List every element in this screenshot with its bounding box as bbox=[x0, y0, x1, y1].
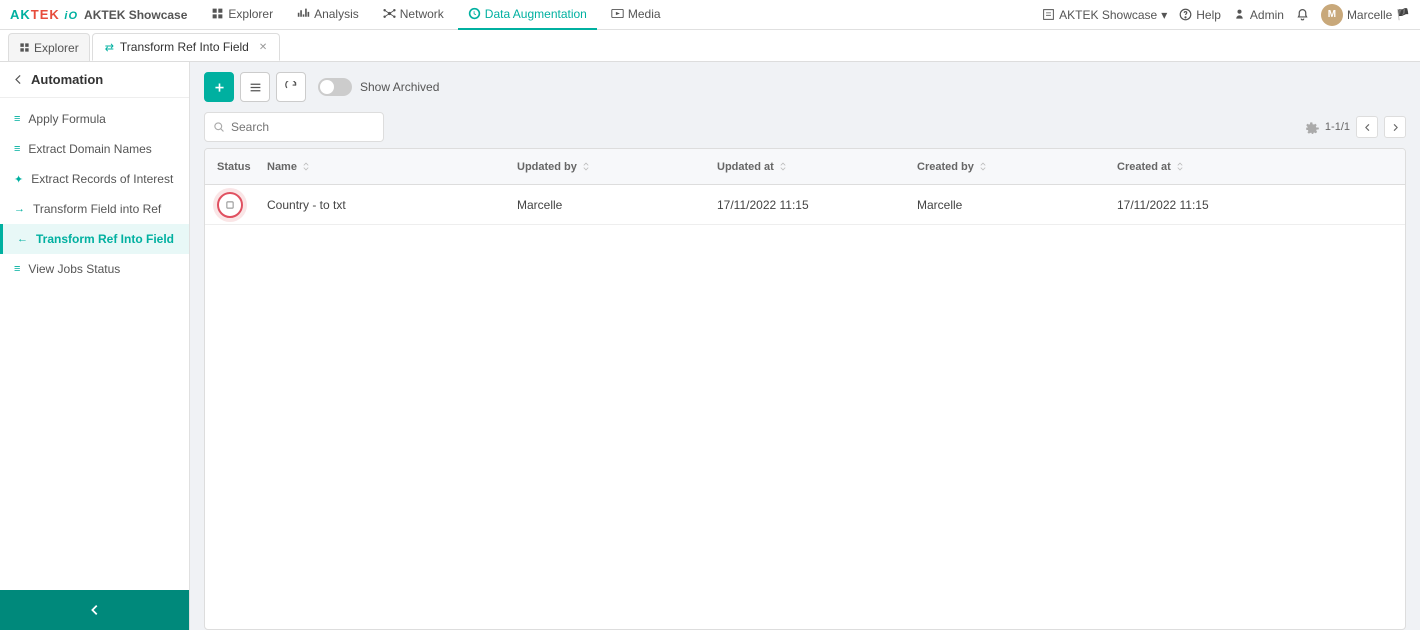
nav-label-data-augmentation: Data Augmentation bbox=[485, 7, 587, 21]
showcase-label: AKTEK Showcase bbox=[1059, 8, 1157, 22]
nav-label-network: Network bbox=[400, 7, 444, 21]
transform-tab-icon: ⇄ bbox=[105, 41, 114, 54]
status-indicator[interactable] bbox=[217, 192, 243, 218]
brand-name: AKTEK Showcase bbox=[84, 8, 187, 22]
sidebar-item-transform-field-ref[interactable]: → Transform Field into Ref bbox=[0, 194, 189, 224]
user-label: Marcelle bbox=[1347, 8, 1392, 22]
admin-label: Admin bbox=[1250, 8, 1284, 22]
add-button[interactable] bbox=[204, 72, 234, 102]
td-name: Country - to txt bbox=[255, 198, 505, 212]
content-area: Show Archived 1-1/1 bbox=[190, 62, 1420, 630]
sidebar-item-label-transform-field-ref: Transform Field into Ref bbox=[33, 202, 161, 216]
col-header-updated-by[interactable]: Updated by bbox=[505, 161, 705, 173]
main-layout: Automation ≡ Apply Formula ≡ Extract Dom… bbox=[0, 62, 1420, 630]
help-button[interactable]: Help bbox=[1179, 8, 1221, 22]
sidebar-item-transform-ref-field[interactable]: ← Transform Ref Into Field bbox=[0, 224, 189, 254]
td-created-by: Marcelle bbox=[905, 198, 1105, 212]
sidebar-back[interactable]: Automation bbox=[0, 62, 189, 98]
jobs-icon: ≡ bbox=[14, 263, 20, 275]
nav-label-media: Media bbox=[628, 7, 661, 21]
chevron-right-icon bbox=[1391, 123, 1400, 132]
td-updated-by: Marcelle bbox=[505, 198, 705, 212]
col-header-status[interactable]: Status bbox=[205, 161, 255, 173]
search-input[interactable] bbox=[231, 120, 375, 134]
sidebar-collapse[interactable] bbox=[0, 590, 189, 630]
col-header-created-by[interactable]: Created by bbox=[905, 161, 1105, 173]
show-archived-label: Show Archived bbox=[360, 80, 439, 94]
data-table: Status Name Updated by Updated at Create… bbox=[204, 148, 1406, 630]
showcase-dropdown[interactable]: AKTEK Showcase ▾ bbox=[1042, 8, 1167, 22]
topbar-right: AKTEK Showcase ▾ Help Admin M Marcelle 🏴 bbox=[1042, 4, 1410, 26]
sidebar-item-apply-formula[interactable]: ≡ Apply Formula bbox=[0, 104, 189, 134]
tab-transform-ref-label: Transform Ref Into Field bbox=[120, 40, 249, 54]
user-flag-icon: 🏴 bbox=[1396, 8, 1410, 21]
table-header: Status Name Updated by Updated at Create… bbox=[205, 149, 1405, 185]
refresh-icon bbox=[285, 81, 298, 94]
chevron-left-icon bbox=[1363, 123, 1372, 132]
tab-close-icon[interactable]: ✕ bbox=[259, 42, 267, 53]
pagination-controls: 1-1/1 bbox=[1306, 116, 1406, 138]
pagination-info: 1-1/1 bbox=[1325, 121, 1350, 133]
tab-explorer[interactable]: Explorer bbox=[8, 33, 90, 61]
sidebar-back-label: Automation bbox=[31, 72, 103, 87]
sidebar-item-extract-domain[interactable]: ≡ Extract Domain Names bbox=[0, 134, 189, 164]
show-archived-toggle[interactable]: Show Archived bbox=[318, 78, 439, 96]
notification-bell[interactable] bbox=[1296, 8, 1309, 21]
td-updated-at: 17/11/2022 11:15 bbox=[705, 198, 905, 212]
sidebar-item-view-jobs[interactable]: ≡ View Jobs Status bbox=[0, 254, 189, 284]
sidebar-item-label-extract-domain: Extract Domain Names bbox=[28, 142, 151, 156]
help-label: Help bbox=[1196, 8, 1221, 22]
list-icon bbox=[249, 81, 262, 94]
refresh-button[interactable] bbox=[276, 72, 306, 102]
pagination-next[interactable] bbox=[1384, 116, 1406, 138]
dropdown-arrow-icon: ▾ bbox=[1161, 8, 1167, 22]
list-view-button[interactable] bbox=[240, 72, 270, 102]
sidebar: Automation ≡ Apply Formula ≡ Extract Dom… bbox=[0, 62, 190, 630]
td-created-at: 17/11/2022 11:15 bbox=[1105, 198, 1305, 212]
pagination-prev[interactable] bbox=[1356, 116, 1378, 138]
admin-item[interactable]: Admin bbox=[1233, 8, 1284, 22]
topbar: AKTEK iO AKTEK Showcase Explorer Analysi… bbox=[0, 0, 1420, 30]
sidebar-item-label-view-jobs: View Jobs Status bbox=[28, 262, 120, 276]
brand-logo: AKTEK iO bbox=[10, 7, 78, 22]
nav-label-explorer: Explorer bbox=[228, 7, 273, 21]
sidebar-item-label-transform-ref-field: Transform Ref Into Field bbox=[36, 232, 174, 246]
sidebar-item-extract-records[interactable]: ✦ Extract Records of Interest bbox=[0, 164, 189, 194]
brand: AKTEK iO AKTEK Showcase bbox=[10, 7, 187, 22]
archived-switch[interactable] bbox=[318, 78, 352, 96]
user-profile[interactable]: M Marcelle 🏴 bbox=[1321, 4, 1410, 26]
arrow-left-icon: ← bbox=[17, 233, 28, 245]
domain-icon: ≡ bbox=[14, 143, 20, 155]
avatar: M bbox=[1321, 4, 1343, 26]
nav-item-explorer[interactable]: Explorer bbox=[201, 0, 283, 30]
col-header-updated-at[interactable]: Updated at bbox=[705, 161, 905, 173]
tabbar: Explorer ⇄ Transform Ref Into Field ✕ bbox=[0, 30, 1420, 62]
col-header-created-at[interactable]: Created at bbox=[1105, 161, 1305, 173]
col-header-name[interactable]: Name bbox=[255, 161, 505, 173]
sidebar-item-label-apply-formula: Apply Formula bbox=[28, 112, 105, 126]
sidebar-nav: ≡ Apply Formula ≡ Extract Domain Names ✦… bbox=[0, 98, 189, 590]
nav-item-media[interactable]: Media bbox=[601, 0, 671, 30]
arrow-right-icon: → bbox=[14, 203, 25, 215]
nav-label-analysis: Analysis bbox=[314, 7, 359, 21]
records-icon: ✦ bbox=[14, 173, 23, 186]
nav-item-network[interactable]: Network bbox=[373, 0, 454, 30]
toolbar: Show Archived bbox=[190, 62, 1420, 112]
sidebar-item-label-extract-records: Extract Records of Interest bbox=[31, 172, 173, 186]
td-status bbox=[205, 192, 255, 218]
search-input-wrapper[interactable] bbox=[204, 112, 384, 142]
search-pagination-bar: 1-1/1 bbox=[190, 112, 1420, 148]
nav-item-data-augmentation[interactable]: Data Augmentation bbox=[458, 0, 597, 30]
tab-transform-ref[interactable]: ⇄ Transform Ref Into Field ✕ bbox=[92, 33, 281, 61]
settings-icon bbox=[1306, 121, 1319, 134]
formula-icon: ≡ bbox=[14, 113, 20, 125]
search-icon bbox=[213, 121, 225, 133]
tab-explorer-label: Explorer bbox=[34, 41, 79, 55]
nav-item-analysis[interactable]: Analysis bbox=[287, 0, 369, 30]
table-row[interactable]: Country - to txt Marcelle 17/11/2022 11:… bbox=[205, 185, 1405, 225]
